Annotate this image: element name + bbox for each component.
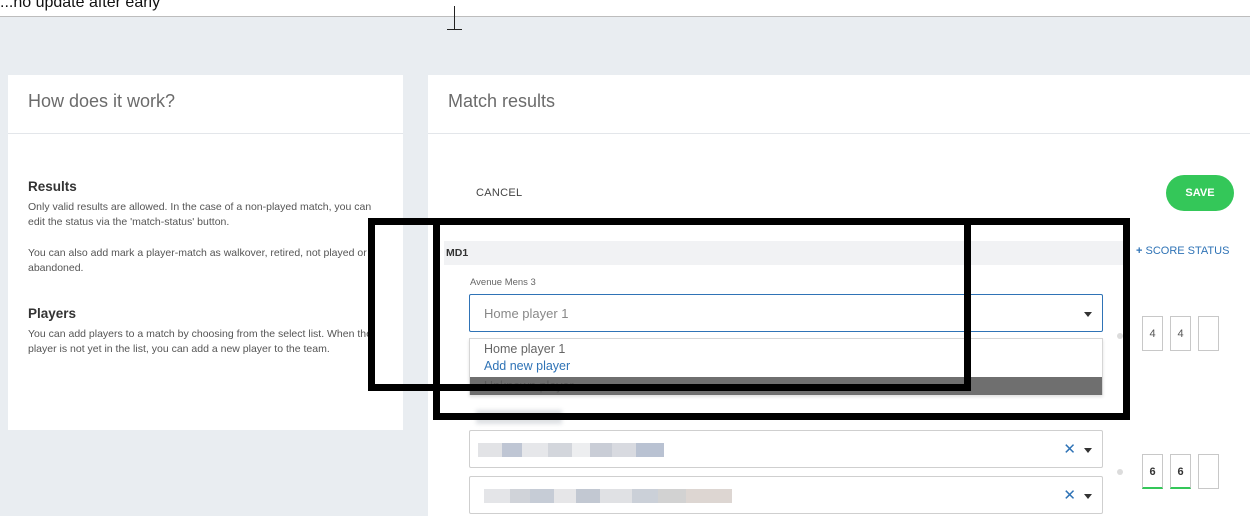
blurred-name-segment <box>636 443 664 457</box>
how-it-works-panel: How does it work? Results Only valid res… <box>8 75 403 430</box>
score-box-set1[interactable]: 4 <box>1142 316 1163 351</box>
score-box-set2[interactable]: 6 <box>1170 454 1191 489</box>
away-player-1-select[interactable]: ✕ <box>469 430 1103 468</box>
save-button[interactable]: SAVE <box>1166 175 1234 211</box>
highlight-box-2 <box>433 218 1130 420</box>
clear-x-icon[interactable]: ✕ <box>1063 440 1076 458</box>
away-player-2-select[interactable]: ✕ <box>469 476 1103 514</box>
score-indicator-dot <box>1117 469 1123 475</box>
caret-down-icon <box>1084 448 1092 453</box>
cancel-button[interactable]: CANCEL <box>476 187 522 199</box>
score-status-label: SCORE STATUS <box>1145 245 1230 257</box>
blurred-name-segment <box>600 489 632 503</box>
blurred-name-segment <box>522 443 548 457</box>
plus-icon: + <box>1136 245 1143 257</box>
blurred-name-segment <box>612 443 636 457</box>
blurred-name-segment <box>576 489 600 503</box>
panel-title: Match results <box>448 91 556 111</box>
results-paragraph-2: You can also add mark a player-match as … <box>28 247 367 274</box>
top-strip <box>0 0 1250 17</box>
clear-x-icon[interactable]: ✕ <box>1063 486 1076 504</box>
players-paragraph: You can add players to a match by choosi… <box>28 328 372 355</box>
blurred-name-segment <box>510 489 530 503</box>
caret-down-icon <box>1084 494 1092 499</box>
section-heading-players: Players <box>28 306 77 321</box>
blurred-name-segment <box>502 443 522 457</box>
blurred-name-segment <box>554 489 576 503</box>
score-box-set2[interactable]: 4 <box>1170 316 1191 351</box>
text-cursor-icon <box>454 6 455 30</box>
panel-header: How does it work? <box>8 75 403 134</box>
panel-title: How does it work? <box>28 91 176 111</box>
blurred-name-segment <box>632 489 658 503</box>
blurred-name-segment <box>590 443 612 457</box>
score-box-set1[interactable]: 6 <box>1142 454 1163 489</box>
blurred-name-segment <box>484 489 510 503</box>
blurred-name-segment <box>572 443 590 457</box>
blurred-name-segment <box>658 489 686 503</box>
section-heading-results: Results <box>28 179 77 194</box>
top-cut-text: ...no update after early <box>0 0 161 11</box>
score-box-set3[interactable] <box>1198 454 1219 489</box>
blurred-name-segment <box>548 443 572 457</box>
results-paragraph-1: Only valid results are allowed. In the c… <box>28 201 372 228</box>
text-cursor-icon-base <box>447 29 462 30</box>
blurred-name-segment <box>478 443 502 457</box>
score-status-button[interactable]: + SCORE STATUS <box>1136 245 1229 257</box>
panel-header: Match results <box>428 75 1250 134</box>
blurred-name-segment <box>686 489 732 503</box>
score-box-set3[interactable] <box>1198 316 1219 351</box>
blurred-name-segment <box>530 489 554 503</box>
top-divider <box>0 16 1250 17</box>
